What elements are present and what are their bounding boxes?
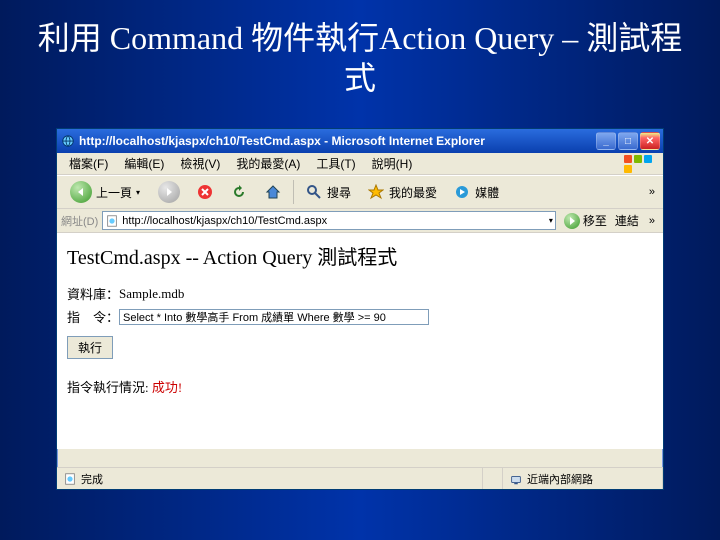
close-button[interactable]: ✕ [640, 132, 660, 150]
toolbar: 上一頁 ▾ 搜尋 我的最愛 [57, 175, 663, 209]
address-bar: 網址(D) http://localhost/kjaspx/ch10/TestC… [57, 209, 663, 233]
star-icon [367, 183, 385, 201]
back-button[interactable]: 上一頁 ▾ [61, 177, 149, 207]
address-url: http://localhost/kjaspx/ch10/TestCmd.asp… [122, 215, 327, 227]
status-label: 指令執行情況: [67, 380, 152, 395]
home-button[interactable] [257, 179, 289, 205]
sql-input[interactable] [119, 309, 429, 325]
menu-tools[interactable]: 工具(T) [308, 153, 363, 174]
menu-view[interactable]: 檢視(V) [172, 153, 228, 174]
go-button[interactable]: 移至 [560, 210, 611, 231]
search-label: 搜尋 [327, 184, 351, 201]
windows-logo-icon [623, 154, 659, 174]
stop-icon [196, 183, 214, 201]
go-label: 移至 [583, 212, 607, 229]
status-zone: 近端內部網路 [527, 471, 593, 487]
maximize-button[interactable]: □ [618, 132, 638, 150]
media-icon [453, 183, 471, 201]
links-overflow-icon[interactable]: » [645, 215, 659, 227]
media-label: 媒體 [475, 184, 499, 201]
menu-favorites[interactable]: 我的最愛(A) [228, 153, 308, 174]
menu-edit[interactable]: 編輯(E) [116, 153, 172, 174]
page-content: TestCmd.aspx -- Action Query 測試程式 資料庫： S… [57, 233, 663, 449]
search-icon [305, 183, 323, 201]
toolbar-overflow-icon[interactable]: » [645, 186, 659, 198]
titlebar[interactable]: http://localhost/kjaspx/ch10/TestCmd.asp… [57, 129, 663, 153]
minimize-button[interactable]: _ [596, 132, 616, 150]
dropdown-icon[interactable]: ▾ [549, 216, 553, 225]
home-icon [264, 183, 282, 201]
back-label: 上一頁 [96, 184, 132, 201]
forward-arrow-icon [158, 181, 180, 203]
status-done: 完成 [81, 471, 103, 487]
address-label: 網址(D) [61, 213, 98, 229]
back-arrow-icon [70, 181, 92, 203]
separator [293, 180, 294, 204]
zone-icon [509, 472, 523, 486]
address-input[interactable]: http://localhost/kjaspx/ch10/TestCmd.asp… [102, 211, 556, 230]
menu-bar: 檔案(F) 編輯(E) 檢視(V) 我的最愛(A) 工具(T) 說明(H) [57, 153, 663, 175]
status-value: 成功! [152, 380, 182, 395]
done-icon [63, 472, 77, 486]
refresh-button[interactable] [223, 179, 255, 205]
menu-help[interactable]: 說明(H) [364, 153, 421, 174]
search-button[interactable]: 搜尋 [298, 179, 358, 205]
favorites-label: 我的最愛 [389, 184, 437, 201]
db-value: Sample.mdb [119, 286, 184, 302]
slide-title: 利用 Command 物件執行Action Query – 測試程式 [0, 0, 720, 106]
favorites-button[interactable]: 我的最愛 [360, 179, 444, 205]
media-button[interactable]: 媒體 [446, 179, 506, 205]
ie-icon [61, 134, 75, 148]
cmd-label: 指 令： [67, 307, 119, 326]
run-button[interactable]: 執行 [67, 336, 113, 359]
ie-window: http://localhost/kjaspx/ch10/TestCmd.asp… [56, 128, 664, 490]
window-title: http://localhost/kjaspx/ch10/TestCmd.asp… [79, 134, 592, 148]
status-bar: 完成 近端內部網路 [57, 467, 663, 489]
forward-button[interactable] [151, 177, 187, 207]
menu-file[interactable]: 檔案(F) [61, 153, 116, 174]
page-heading: TestCmd.aspx -- Action Query 測試程式 [67, 241, 653, 270]
dropdown-icon: ▾ [136, 188, 140, 197]
refresh-icon [230, 183, 248, 201]
db-label: 資料庫： [67, 284, 119, 303]
stop-button[interactable] [189, 179, 221, 205]
go-arrow-icon [564, 213, 580, 229]
links-label[interactable]: 連結 [615, 212, 639, 229]
page-icon [105, 214, 119, 228]
